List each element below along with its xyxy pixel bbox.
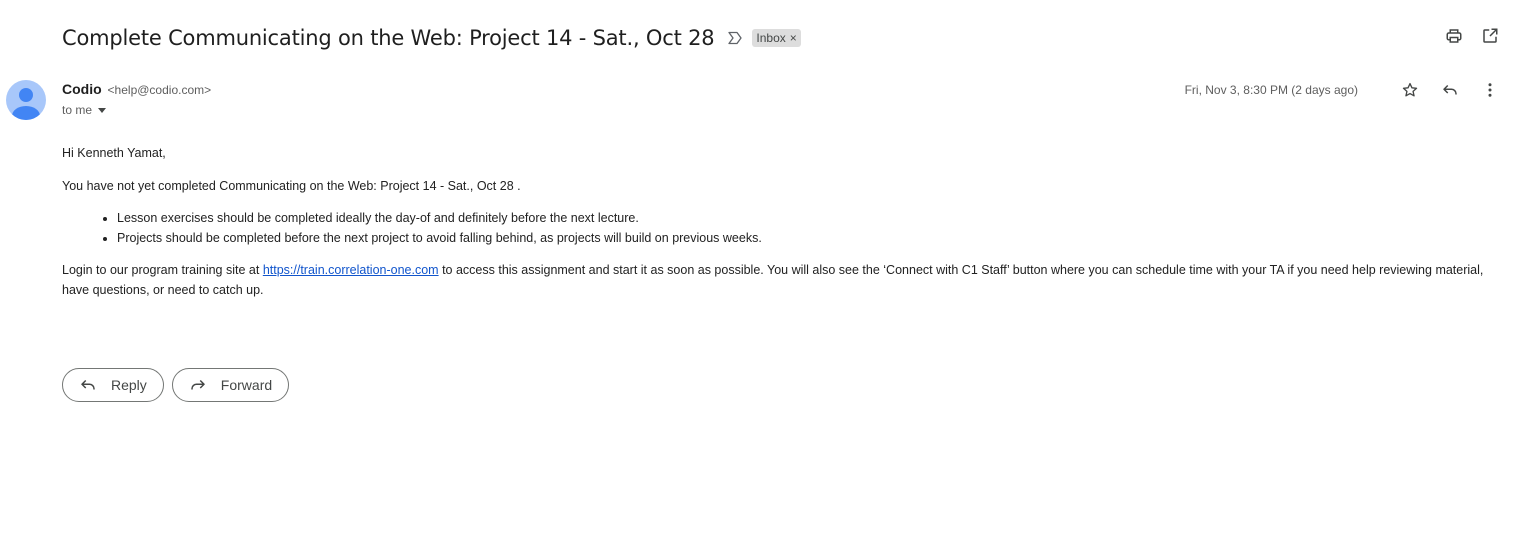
login-paragraph: Login to our program training site at ht… [62,260,1502,300]
reply-icon [79,376,97,394]
forward-icon [189,376,207,394]
email-view: Complete Communicating on the Web: Proje… [0,0,1518,549]
message-actions: Fri, Nov 3, 8:30 PM (2 days ago) [1185,80,1500,100]
importance-marker-icon[interactable] [726,29,744,47]
more-vertical-icon[interactable] [1480,80,1500,100]
reply-label: Reply [111,377,147,393]
message-date: Fri, Nov 3, 8:30 PM (2 days ago) [1184,83,1358,97]
recipients-label: to me [62,103,93,117]
email-subject: Complete Communicating on the Web: Proje… [62,26,715,50]
forward-button[interactable]: Forward [171,368,290,402]
forward-label: Forward [220,377,273,393]
star-icon[interactable] [1400,80,1420,100]
recipients-toggle[interactable]: to me [62,103,107,117]
list-item: Lesson exercises should be completed ide… [117,208,1502,228]
email-body: Hi Kenneth Yamat, You have not yet compl… [62,143,1502,300]
training-site-link[interactable]: https://train.correlation-one.com [263,263,439,277]
sender: Codio <help@codio.com> [62,81,211,97]
chevron-down-icon [98,107,107,113]
remove-label-icon[interactable]: × [790,32,797,44]
sender-email: <help@codio.com> [107,83,212,97]
login-prefix: Login to our program training site at [62,263,263,277]
subject-row: Complete Communicating on the Web: Proje… [62,22,801,54]
notice-text: You have not yet completed Communicating… [62,179,521,193]
print-icon[interactable] [1444,26,1464,46]
inbox-label: Inbox [756,31,786,45]
open-in-new-window-icon[interactable] [1480,26,1500,46]
top-actions [1444,26,1500,46]
reply-button[interactable]: Reply [62,368,164,402]
list-item: Projects should be completed before the … [117,228,1502,248]
sender-name[interactable]: Codio [62,81,102,97]
reply-icon[interactable] [1440,80,1460,100]
reply-forward-row: Reply Forward [62,368,290,402]
bullet-list: Lesson exercises should be completed ide… [62,208,1502,248]
avatar[interactable] [6,80,46,120]
inbox-label-chip[interactable]: Inbox × [752,29,801,47]
greeting: Hi Kenneth Yamat, [62,146,166,160]
